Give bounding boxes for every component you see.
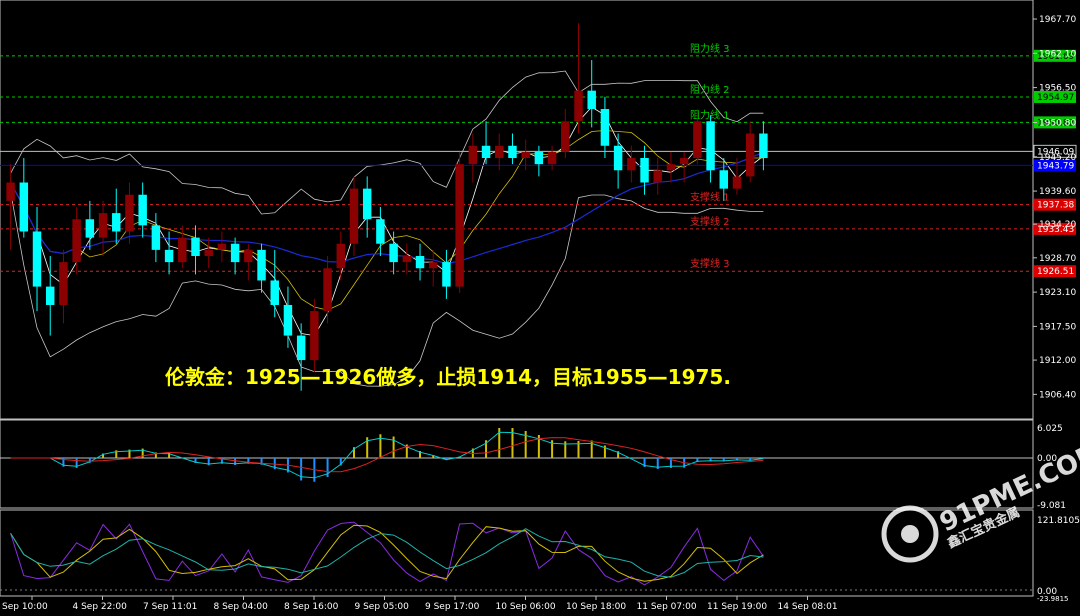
candle-body — [230, 243, 240, 263]
time-tick-label: 9 Sep 17:00 — [425, 602, 480, 612]
candle-body — [336, 243, 346, 269]
time-tick-label: 8 Sep 16:00 — [284, 602, 339, 612]
candle-body — [6, 182, 15, 201]
price-tick-label: 1928.70 — [1039, 254, 1076, 264]
price-tick-label: 1962.10 — [1039, 49, 1076, 59]
candle-body — [402, 255, 412, 263]
candle-body — [561, 121, 570, 152]
candle-body — [323, 268, 332, 312]
candle-body — [283, 304, 293, 336]
time-tick-label: 14 Sep 08:01 — [778, 602, 838, 612]
candle-body — [428, 262, 438, 269]
price-tick-label: 1956.50 — [1039, 84, 1076, 94]
candle-body — [217, 243, 227, 250]
price-tick-label: 1950.80 — [1039, 119, 1076, 129]
candle-body — [587, 90, 596, 110]
level-name-label: 支撑线 3 — [690, 257, 730, 270]
candle-body — [719, 170, 729, 189]
level-name-label: 阻力线 1 — [690, 108, 730, 121]
time-tick-label: 10 Sep 06:00 — [496, 602, 556, 612]
candle-body — [547, 151, 557, 165]
price-tick-label: 1923.10 — [1039, 288, 1076, 298]
candle-body — [706, 121, 715, 171]
candle-body — [310, 311, 319, 361]
price-chart: 阻力线 31961.69阻力线 21954.97阻力线 11950.82支撑线 … — [0, 0, 1080, 616]
candle-body — [759, 133, 768, 159]
candle-body — [125, 194, 134, 232]
candle-body — [32, 231, 42, 287]
time-tick-label: 8 Sep 04:00 — [214, 602, 269, 612]
candle-body — [640, 158, 649, 183]
watermark-dot-icon — [901, 525, 919, 543]
candle-body — [679, 158, 689, 165]
candle-body — [296, 335, 306, 361]
candle-body — [191, 237, 200, 256]
candle-body — [376, 219, 385, 244]
candle-body — [85, 219, 95, 238]
time-tick-label: 4 Sep 22:00 — [73, 602, 128, 612]
candle-body — [442, 262, 451, 287]
candle-body — [600, 109, 610, 146]
candle-body — [72, 219, 81, 263]
candle-body — [19, 182, 29, 232]
level-price-label: 1926.51 — [1037, 267, 1074, 277]
candle-body — [732, 176, 742, 189]
candle-body — [204, 249, 213, 256]
candle-body — [98, 213, 108, 238]
candle-body — [270, 280, 279, 305]
candle-body — [178, 237, 187, 263]
candle-body — [666, 164, 676, 171]
level-name-label: 阻力线 3 — [690, 42, 730, 55]
level-price-label: 1954.97 — [1037, 93, 1074, 103]
candle-body — [693, 121, 702, 159]
candle-body — [138, 194, 147, 226]
candle-body — [257, 249, 266, 281]
macd-lower-label: -9.081 — [1037, 501, 1066, 511]
candle-body — [745, 133, 755, 177]
level-price-label: 1937.38 — [1037, 201, 1074, 211]
candle-body — [653, 170, 662, 183]
time-tick-label: 7 Sep 11:01 — [143, 602, 197, 612]
price-tick-label: 1939.60 — [1039, 187, 1076, 197]
price-tick-label: 1967.70 — [1039, 15, 1076, 25]
candle-body — [389, 243, 398, 263]
candle-body — [349, 188, 359, 244]
price-tick-label: 1912.00 — [1039, 356, 1076, 366]
candle-body — [112, 213, 121, 232]
price-tick-label: 1934.20 — [1039, 220, 1076, 230]
candle-body — [508, 145, 517, 159]
trade-annotation: 伦敦金：1925—1926做多，止损1914，目标1955—1975. — [165, 365, 731, 389]
time-tick-label: Sep 10:00 — [2, 602, 48, 612]
time-tick-label: 11 Sep 19:00 — [707, 602, 767, 612]
level-name-label: 支撑线 2 — [690, 215, 730, 228]
ma-price-label: 1943.79 — [1037, 161, 1074, 171]
price-tick-label: 1945.20 — [1039, 153, 1076, 163]
candle-body — [521, 151, 530, 159]
macd-upper-label: 6.025 — [1037, 424, 1063, 434]
price-tick-label: 1906.40 — [1039, 390, 1076, 400]
candle-body — [362, 188, 372, 220]
candle-body — [45, 286, 55, 305]
candle-body — [495, 145, 504, 159]
candle-body — [613, 145, 623, 171]
candle-body — [455, 164, 464, 287]
candle-body — [151, 225, 161, 250]
candle-body — [468, 145, 478, 165]
candle-body — [627, 158, 636, 171]
time-tick-label: 9 Sep 05:00 — [355, 602, 410, 612]
stoch-upper-label: 121.8105 — [1037, 516, 1080, 526]
candle-body — [481, 145, 491, 159]
candle-body — [534, 151, 544, 165]
price-tick-label: 1917.50 — [1039, 322, 1076, 332]
candle-body — [244, 249, 253, 263]
candle-body — [59, 262, 68, 305]
stoch-lower-label: -23.9815 — [1037, 595, 1068, 603]
time-tick-label: 10 Sep 18:00 — [566, 602, 626, 612]
chart-background — [0, 0, 1080, 616]
time-tick-label: 11 Sep 07:00 — [637, 602, 697, 612]
level-name-label: 阻力线 2 — [690, 83, 730, 96]
candle-body — [574, 90, 583, 122]
candle-body — [164, 249, 174, 263]
candle-body — [415, 255, 425, 269]
